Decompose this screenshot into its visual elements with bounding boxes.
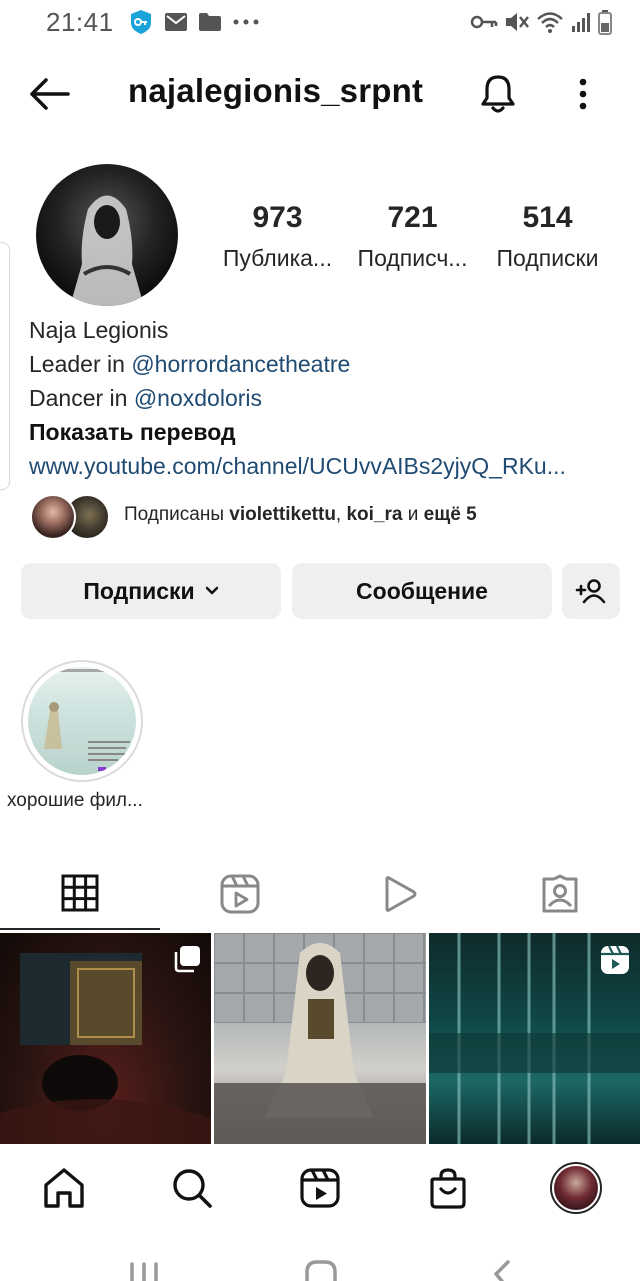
back-arrow-icon[interactable]: [26, 74, 72, 114]
suggest-users-button[interactable]: [562, 563, 620, 619]
bio-line-1-prefix: Leader in: [29, 351, 132, 377]
signal-icon: [570, 11, 592, 33]
add-user-icon: [575, 578, 607, 604]
stat-followers-label: Подписч...: [357, 245, 468, 271]
tab-grid[interactable]: [0, 858, 160, 930]
vpn-key-badge-icon: [128, 9, 154, 35]
followed-by-row[interactable]: Подписаны violettikettu, koi_ra и ещё 5: [30, 492, 620, 542]
shop-icon[interactable]: [424, 1164, 472, 1212]
followed-by-more: ещё 5: [423, 504, 477, 525]
profile-header: najalegionis_srpnt: [0, 60, 640, 126]
wifi-icon: [536, 10, 564, 34]
bio-line-2-prefix: Dancer in: [29, 385, 134, 411]
following-button[interactable]: Подписки: [21, 563, 281, 619]
followed-by-user-1: violettikettu: [229, 504, 336, 525]
tab-tagged[interactable]: [480, 858, 640, 930]
mention-horrordancetheatre[interactable]: @horrordancetheatre: [131, 351, 350, 377]
reels-nav-icon[interactable]: [296, 1164, 344, 1212]
followed-by-prefix: Подписаны: [124, 504, 230, 525]
followed-by-conjunction: и: [402, 504, 424, 525]
search-icon[interactable]: [168, 1164, 216, 1212]
stat-posts[interactable]: 973 Публика...: [210, 198, 345, 278]
system-navigation-bar: [0, 1232, 640, 1281]
reels-icon: [220, 874, 260, 914]
profile-username: najalegionis_srpnt: [128, 72, 424, 109]
bio-line-1: Leader in @horrordancetheatre: [29, 347, 619, 381]
bio-website-link[interactable]: www.youtube.com/channel/UCUvvAIBs2yjyQ_R…: [29, 449, 605, 483]
stat-following[interactable]: 514 Подписки: [480, 198, 615, 278]
post-thumbnail-3[interactable]: [429, 933, 640, 1144]
carousel-icon: [173, 945, 201, 973]
more-dots-icon: [232, 18, 260, 26]
stat-posts-label: Публика...: [222, 245, 333, 271]
video-play-icon: [382, 875, 418, 913]
profile-avatar-nav-image: [554, 1166, 598, 1210]
post-thumbnail-1[interactable]: [0, 933, 211, 1144]
following-button-label: Подписки: [83, 577, 195, 604]
status-left-icons: [128, 9, 260, 35]
show-translation-link[interactable]: Показать перевод: [29, 415, 619, 449]
highlight-title: хорошие фил...: [7, 790, 143, 811]
battery-icon: [598, 9, 612, 35]
profile-tabs: [0, 858, 640, 930]
recent-apps-icon[interactable]: [128, 1260, 160, 1281]
tab-reels[interactable]: [160, 858, 320, 930]
folder-icon: [198, 12, 222, 32]
home-button-icon[interactable]: [305, 1260, 337, 1281]
profile-stats: 973 Публика... 721 Подписч... 514 Подпис…: [210, 198, 620, 278]
stat-posts-count: 973: [252, 201, 303, 234]
key-icon: [470, 14, 498, 30]
highlight-cover: [28, 667, 136, 775]
followed-by-user-2: koi_ra: [346, 504, 403, 525]
bell-icon[interactable]: [478, 72, 518, 116]
stat-following-count: 514: [522, 201, 573, 234]
back-button-icon[interactable]: [490, 1260, 512, 1281]
profile-actions: Подписки Сообщение: [21, 563, 621, 619]
home-icon[interactable]: [40, 1164, 88, 1212]
status-right-icons: [470, 9, 612, 35]
grid-icon: [61, 874, 99, 912]
bottom-navigation: [0, 1146, 640, 1232]
followed-by-separator: ,: [335, 504, 347, 525]
tagged-icon: [540, 874, 580, 914]
reel-badge-icon: [600, 945, 630, 975]
posts-grid: [0, 933, 640, 1144]
profile-avatar[interactable]: [36, 164, 178, 306]
stat-followers-count: 721: [387, 201, 438, 234]
message-button-label: Сообщение: [356, 577, 488, 604]
followed-by-text: Подписаны violettikettu, koi_ra и ещё 5: [124, 504, 477, 526]
edge-panel-handle[interactable]: [0, 242, 10, 490]
message-button[interactable]: Сообщение: [292, 563, 552, 619]
status-time: 21:41: [46, 6, 114, 37]
more-vertical-icon[interactable]: [568, 74, 598, 114]
chevron-down-icon: [205, 586, 219, 596]
post-thumbnail-2[interactable]: [214, 933, 426, 1144]
profile-bio: Naja Legionis Leader in @horrordancethea…: [29, 313, 619, 483]
stat-followers[interactable]: 721 Подписч...: [345, 198, 480, 278]
follower-avatar-1: [30, 494, 76, 540]
status-bar: 21:41: [0, 0, 640, 44]
stat-following-label: Подписки: [496, 245, 599, 271]
profile-display-name: Naja Legionis: [29, 317, 169, 343]
profile-avatar-nav[interactable]: [550, 1162, 602, 1214]
bio-line-2: Dancer in @noxdoloris: [29, 381, 619, 415]
mail-icon: [164, 12, 188, 32]
mute-icon: [504, 10, 530, 34]
tab-video[interactable]: [320, 858, 480, 930]
mention-noxdoloris[interactable]: @noxdoloris: [134, 385, 262, 411]
highlight-ring: [21, 660, 143, 782]
